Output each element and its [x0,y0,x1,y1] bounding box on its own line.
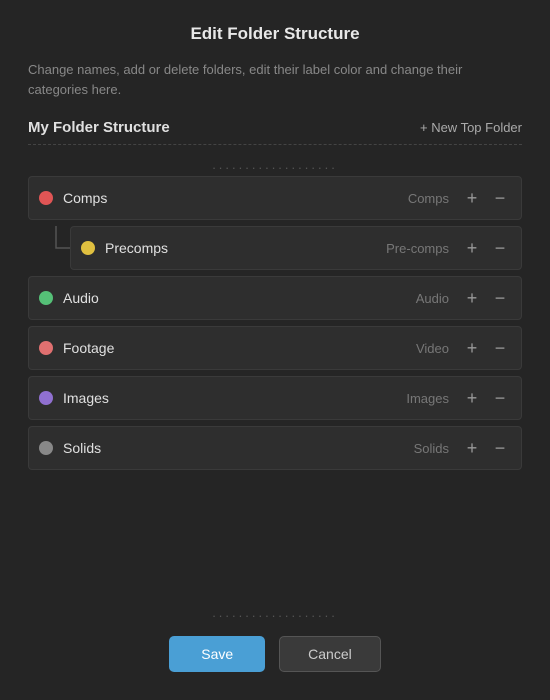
cancel-button[interactable]: Cancel [279,636,381,672]
bottom-dots: ................... [28,605,522,620]
save-button[interactable]: Save [169,636,265,672]
section-title: My Folder Structure [28,119,170,136]
folder-actions-images: + − [461,387,511,409]
folder-actions-comps: + − [461,187,511,209]
folder-name-solids: Solids [63,440,414,456]
remove-comps-button[interactable]: − [489,187,511,209]
dialog-title: Edit Folder Structure [28,24,522,44]
remove-images-button[interactable]: − [489,387,511,409]
folder-category-precomps: Pre-comps [386,241,449,256]
new-top-folder-button[interactable]: + New Top Folder [420,120,522,135]
remove-solids-button[interactable]: − [489,437,511,459]
folder-category-comps: Comps [408,191,449,206]
folder-row-footage: Footage Video + − [28,326,522,370]
connector-icon [42,226,70,270]
folder-actions-solids: + − [461,437,511,459]
add-subfolder-audio-button[interactable]: + [461,287,483,309]
dot-precomps [81,241,95,255]
folder-row-images: Images Images + − [28,376,522,420]
dot-comps [39,191,53,205]
folder-row-precomps: Precomps Pre-comps + − [70,226,522,270]
folder-row-solids: Solids Solids + − [28,426,522,470]
top-dots: ................... [28,157,522,172]
folder-category-footage: Video [416,341,449,356]
dialog-footer: Save Cancel [28,636,522,672]
add-subfolder-solids-button[interactable]: + [461,437,483,459]
folder-name-footage: Footage [63,340,416,356]
remove-audio-button[interactable]: − [489,287,511,309]
dot-audio [39,291,53,305]
child-row-wrapper-precomps: Precomps Pre-comps + − [28,226,522,270]
remove-footage-button[interactable]: − [489,337,511,359]
edit-folder-dialog: Edit Folder Structure Change names, add … [0,0,550,700]
dot-images [39,391,53,405]
remove-precomps-button[interactable]: − [489,237,511,259]
child-connector [42,226,70,270]
folder-actions-footage: + − [461,337,511,359]
folder-category-images: Images [406,391,449,406]
dot-solids [39,441,53,455]
folder-row-comps: Comps Comps + − [28,176,522,220]
add-subfolder-images-button[interactable]: + [461,387,483,409]
dot-footage [39,341,53,355]
folder-actions-audio: + − [461,287,511,309]
add-subfolder-footage-button[interactable]: + [461,337,483,359]
folder-row-audio: Audio Audio + − [28,276,522,320]
folder-name-comps: Comps [63,190,408,206]
folder-list: Comps Comps + − Precomps Pre-comps + − [28,176,522,599]
folder-category-audio: Audio [416,291,449,306]
section-header: My Folder Structure + New Top Folder [28,119,522,145]
folder-name-images: Images [63,390,406,406]
folder-actions-precomps: + − [461,237,511,259]
folder-category-solids: Solids [414,441,449,456]
dialog-description: Change names, add or delete folders, edi… [28,60,522,99]
add-subfolder-precomps-button[interactable]: + [461,237,483,259]
folder-name-precomps: Precomps [105,240,386,256]
folder-name-audio: Audio [63,290,416,306]
add-subfolder-comps-button[interactable]: + [461,187,483,209]
